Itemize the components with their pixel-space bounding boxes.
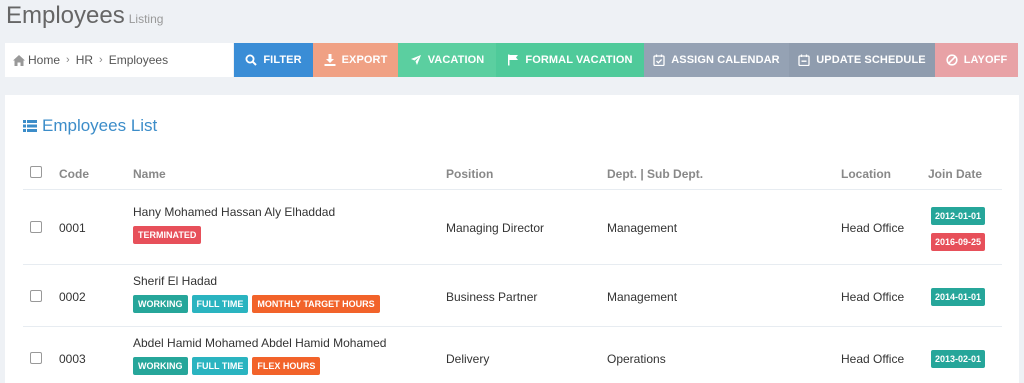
employee-code: 0001 bbox=[59, 221, 86, 235]
header-location[interactable]: Location bbox=[841, 167, 891, 181]
calendar-minus-icon bbox=[798, 54, 810, 66]
chevron-right-icon: › bbox=[66, 54, 70, 66]
calendar-check-icon bbox=[653, 54, 665, 66]
employee-name[interactable]: Abdel Hamid Mohamed Abdel Hamid Mohamed bbox=[133, 336, 386, 350]
row-checkbox[interactable] bbox=[30, 352, 42, 364]
page-title: Employees Listing bbox=[6, 2, 163, 30]
download-icon bbox=[324, 54, 336, 66]
formal-vacation-button[interactable]: FORMAL VACATION bbox=[496, 43, 644, 77]
export-label: EXPORT bbox=[341, 54, 388, 66]
flag-icon bbox=[508, 54, 519, 66]
filter-button[interactable]: FILTER bbox=[234, 43, 313, 77]
home-icon bbox=[13, 54, 25, 66]
assign-calendar-button[interactable]: ASSIGN CALENDAR bbox=[644, 43, 789, 77]
vacation-label: VACATION bbox=[427, 54, 485, 66]
termination-date-badge: 2016-09-25 bbox=[931, 233, 986, 251]
breadcrumb-home[interactable]: Home bbox=[28, 53, 60, 67]
status-badge: WORKING bbox=[133, 357, 188, 375]
filter-label: FILTER bbox=[263, 54, 302, 66]
hours-badge: FLEX HOURS bbox=[252, 357, 321, 375]
join-date-badge: 2014-01-01 bbox=[931, 288, 986, 306]
status-badge: WORKING bbox=[133, 295, 188, 313]
join-date-badge: 2012-01-01 bbox=[931, 207, 986, 225]
status-tags: WORKING FULL TIME MONTHLY TARGET HOURS bbox=[133, 295, 384, 313]
action-toolbar: FILTER EXPORT VACATION FORMAL VACATION A… bbox=[234, 43, 1018, 77]
header-code[interactable]: Code bbox=[59, 167, 89, 181]
employees-panel: Employees List Code Name Position Dept. … bbox=[5, 95, 1019, 383]
layoff-label: LAYOFF bbox=[963, 54, 1008, 66]
page-subtitle: Listing bbox=[128, 12, 164, 26]
search-icon bbox=[245, 54, 258, 66]
plane-icon bbox=[410, 55, 421, 65]
join-date-badge: 2013-02-01 bbox=[931, 350, 986, 368]
page-title-main: Employees bbox=[6, 2, 125, 29]
employee-location: Head Office bbox=[841, 352, 905, 366]
employee-name[interactable]: Sherif El Hadad bbox=[133, 274, 217, 288]
list-icon bbox=[23, 120, 37, 132]
employee-location: Head Office bbox=[841, 221, 905, 235]
breadcrumb: Home › HR › Employees bbox=[5, 43, 233, 77]
panel-title: Employees List bbox=[23, 116, 157, 136]
employee-location: Head Office bbox=[841, 290, 905, 304]
divider bbox=[23, 326, 1002, 327]
breadcrumb-hr[interactable]: HR bbox=[76, 53, 93, 67]
divider bbox=[23, 189, 1002, 190]
formal-vacation-label: FORMAL VACATION bbox=[525, 54, 633, 66]
employee-position: Managing Director bbox=[446, 221, 545, 235]
hours-badge: MONTHLY TARGET HOURS bbox=[252, 295, 380, 313]
employee-dept: Management bbox=[607, 290, 678, 304]
status-tags: TERMINATED bbox=[133, 226, 205, 244]
row-checkbox[interactable] bbox=[30, 221, 42, 233]
panel-title-text: Employees List bbox=[42, 116, 158, 135]
status-badge: TERMINATED bbox=[133, 226, 202, 244]
chevron-right-icon: › bbox=[99, 54, 103, 66]
employee-dept: Management bbox=[607, 221, 678, 235]
breadcrumb-current: Employees bbox=[108, 53, 169, 67]
header-name[interactable]: Name bbox=[133, 167, 166, 181]
row-checkbox[interactable] bbox=[30, 290, 42, 302]
employee-code: 0003 bbox=[59, 352, 86, 366]
divider bbox=[23, 264, 1002, 265]
update-schedule-label: UPDATE SCHEDULE bbox=[816, 54, 926, 66]
assign-calendar-label: ASSIGN CALENDAR bbox=[671, 54, 780, 66]
layoff-button[interactable]: LAYOFF bbox=[935, 43, 1018, 77]
select-all-checkbox[interactable] bbox=[30, 166, 42, 178]
status-tags: WORKING FULL TIME FLEX HOURS bbox=[133, 357, 324, 375]
header-dept[interactable]: Dept. | Sub Dept. bbox=[607, 167, 703, 181]
employee-dept: Operations bbox=[607, 352, 666, 366]
update-schedule-button[interactable]: UPDATE SCHEDULE bbox=[789, 43, 935, 77]
header-join-date[interactable]: Join Date bbox=[928, 167, 982, 181]
ban-icon bbox=[946, 54, 958, 66]
employee-position: Delivery bbox=[446, 352, 490, 366]
header-position[interactable]: Position bbox=[446, 167, 493, 181]
export-button[interactable]: EXPORT bbox=[313, 43, 398, 77]
contract-badge: FULL TIME bbox=[191, 357, 249, 375]
contract-badge: FULL TIME bbox=[191, 295, 249, 313]
vacation-button[interactable]: VACATION bbox=[398, 43, 496, 77]
employee-code: 0002 bbox=[59, 290, 86, 304]
employee-position: Business Partner bbox=[446, 290, 538, 304]
employee-name[interactable]: Hany Mohamed Hassan Aly Elhaddad bbox=[133, 205, 335, 219]
